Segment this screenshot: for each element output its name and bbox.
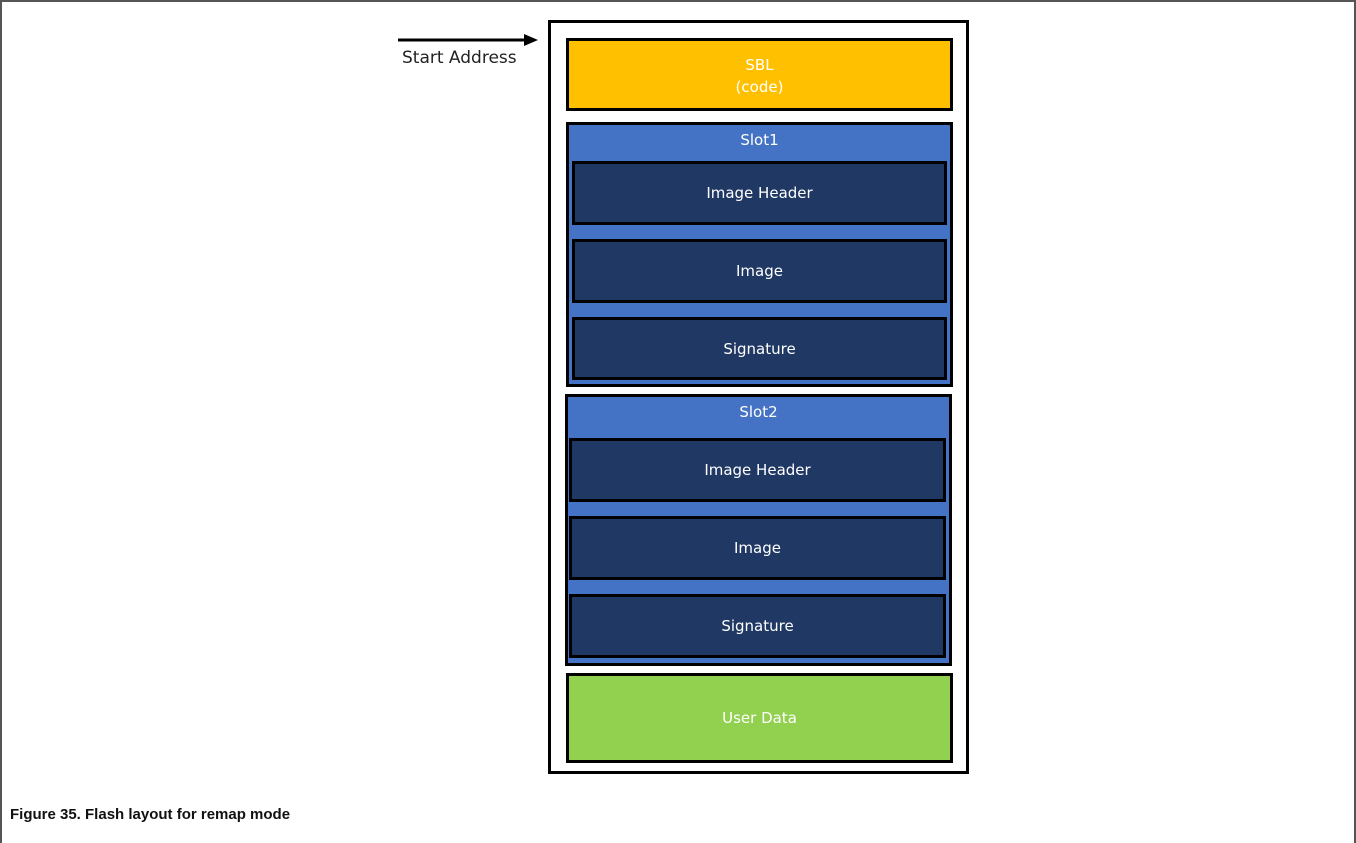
slot1-signature: Signature [572,317,947,380]
figure-caption: Figure 35. Flash layout for remap mode [10,806,291,823]
user-data-block: User Data [566,673,953,763]
sbl-sublabel: (code) [735,78,784,96]
slot1-image: Image [572,239,947,303]
sbl-block: SBL (code) [566,38,953,111]
slot1-image-header: Image Header [572,161,947,225]
slot2-image-header: Image Header [569,438,946,502]
slot2-image: Image [569,516,946,580]
slot2-title: Slot2 [739,403,778,421]
start-address-arrow [398,34,538,46]
slot2-signature: Signature [569,594,946,658]
sbl-label: SBL [745,56,774,74]
slot1-title: Slot1 [740,131,779,149]
start-address-label: Start Address [402,48,517,68]
